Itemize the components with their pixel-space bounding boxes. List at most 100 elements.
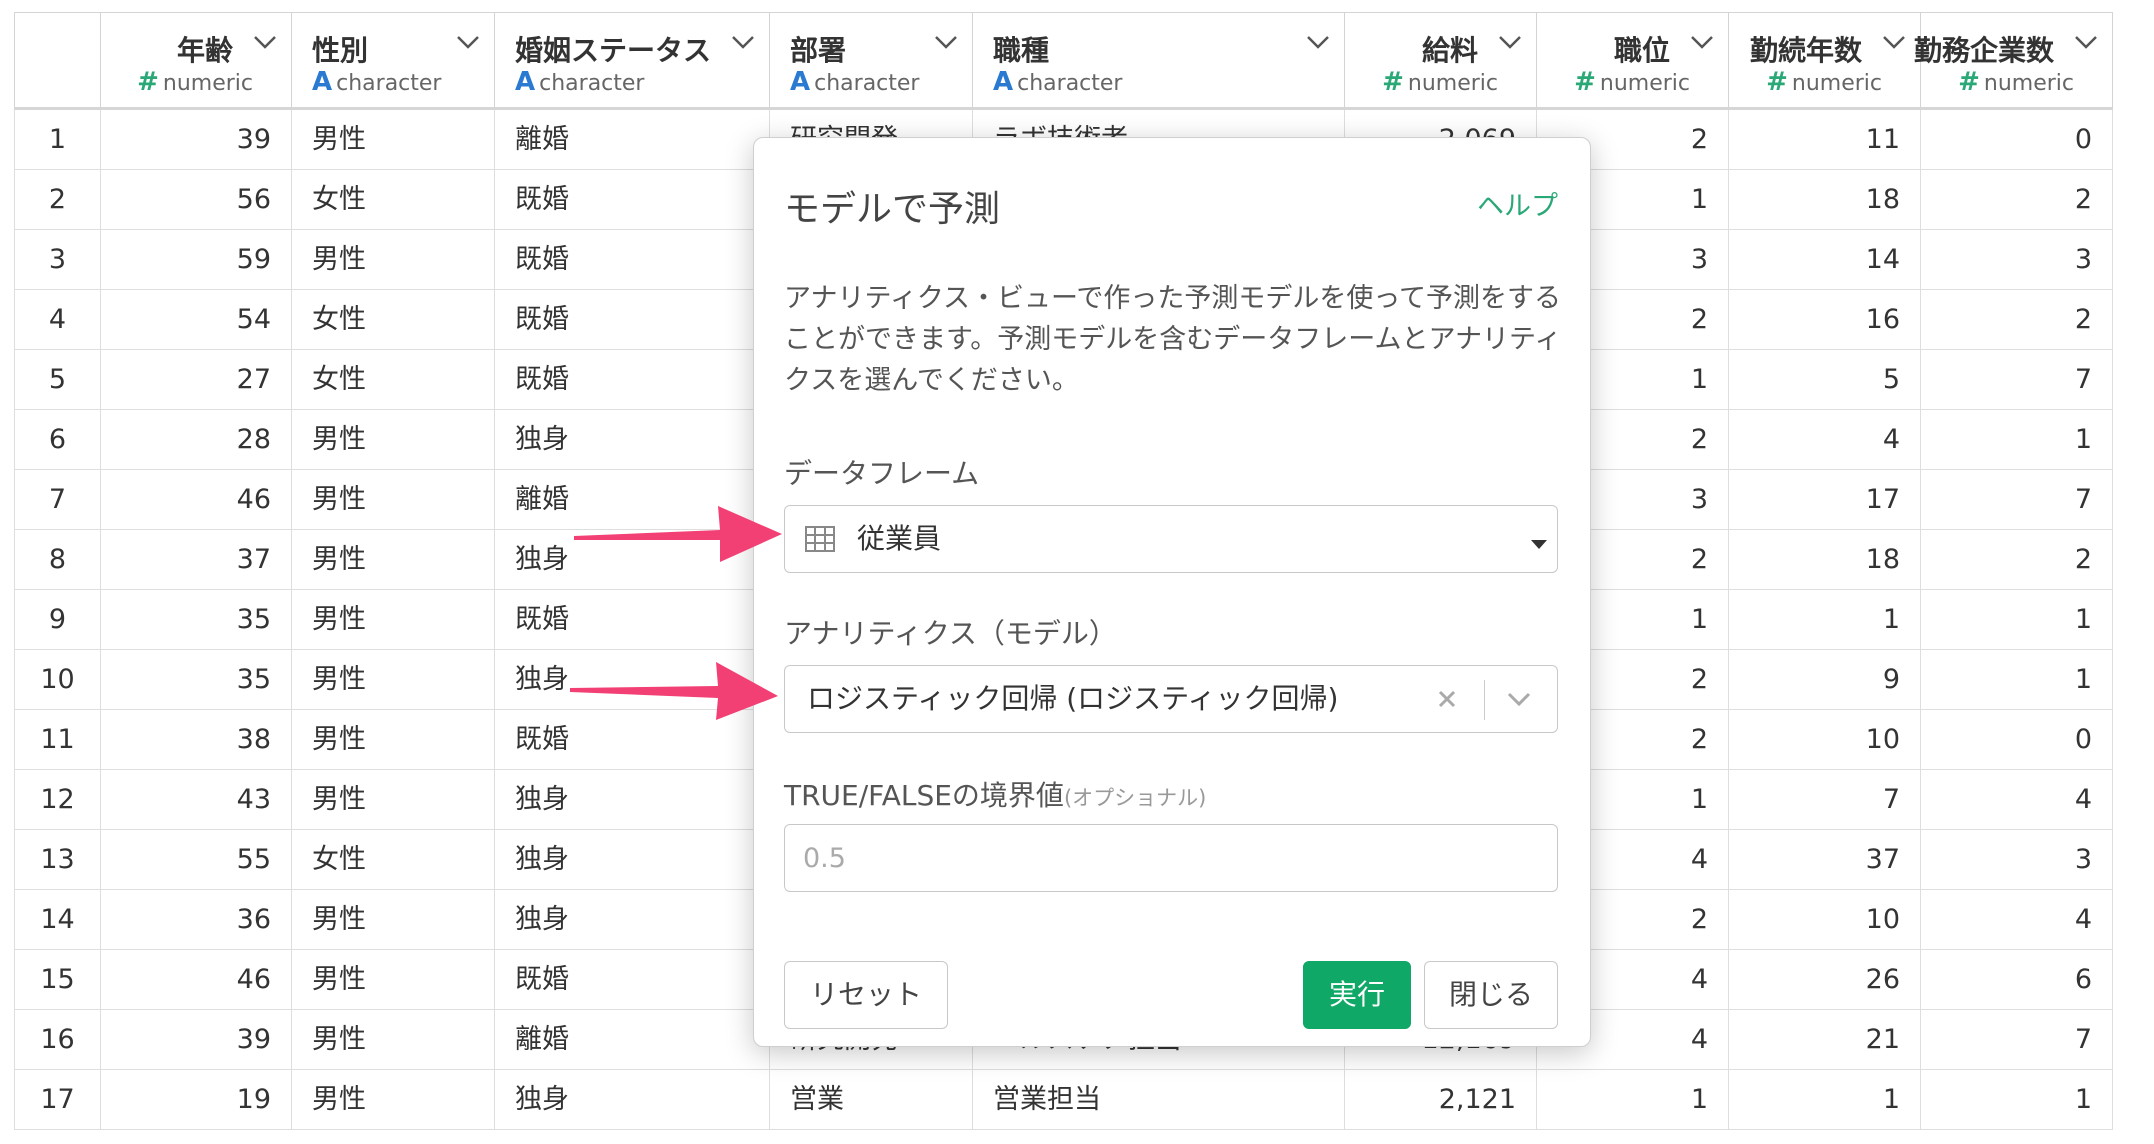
table-cell[interactable]: 男性	[292, 950, 495, 1010]
table-cell[interactable]: 男性	[292, 650, 495, 710]
column-header[interactable]: 職種 Acharacter	[973, 12, 1345, 110]
row-number-cell[interactable]: 2	[14, 170, 101, 230]
table-cell[interactable]: 46	[101, 470, 292, 530]
table-cell[interactable]: 55	[101, 830, 292, 890]
column-menu-chevron-icon[interactable]	[1498, 35, 1522, 51]
table-cell[interactable]: 39	[101, 110, 292, 170]
row-number-cell[interactable]: 4	[14, 290, 101, 350]
table-cell[interactable]: 5	[1729, 350, 1921, 410]
table-cell[interactable]: 10	[1729, 710, 1921, 770]
row-number-cell[interactable]: 8	[14, 530, 101, 590]
table-cell[interactable]: 43	[101, 770, 292, 830]
table-cell[interactable]: 14	[1729, 230, 1921, 290]
table-cell[interactable]: 1	[1729, 1070, 1921, 1130]
column-header[interactable]: 給料 # numeric	[1345, 12, 1537, 110]
table-cell[interactable]: 4	[1921, 890, 2113, 950]
table-cell[interactable]: 17	[1729, 470, 1921, 530]
table-cell[interactable]: 46	[101, 950, 292, 1010]
table-cell[interactable]: 男性	[292, 410, 495, 470]
column-header[interactable]: 勤続年数 # numeric	[1729, 12, 1921, 110]
table-cell[interactable]: 離婚	[495, 110, 770, 170]
table-cell[interactable]: 54	[101, 290, 292, 350]
threshold-input[interactable]	[784, 824, 1558, 892]
row-number-cell[interactable]: 6	[14, 410, 101, 470]
row-number-cell[interactable]: 1	[14, 110, 101, 170]
table-cell[interactable]: 男性	[292, 590, 495, 650]
table-cell[interactable]: 男性	[292, 110, 495, 170]
table-cell[interactable]: 26	[1729, 950, 1921, 1010]
row-number-cell[interactable]: 3	[14, 230, 101, 290]
table-cell[interactable]: 4	[1729, 410, 1921, 470]
table-cell[interactable]: 18	[1729, 170, 1921, 230]
row-number-cell[interactable]: 13	[14, 830, 101, 890]
table-row[interactable]: 17 19 男性 独身 営業 営業担当 2,121 1 1 1	[14, 1070, 2113, 1130]
column-menu-chevron-icon[interactable]	[1306, 35, 1330, 51]
table-cell[interactable]: 既婚	[495, 230, 770, 290]
close-button[interactable]: 閉じる	[1424, 961, 1558, 1029]
table-cell[interactable]: 7	[1921, 470, 2113, 530]
clear-icon[interactable]	[1437, 689, 1457, 713]
row-number-cell[interactable]: 5	[14, 350, 101, 410]
row-number-cell[interactable]: 14	[14, 890, 101, 950]
table-cell[interactable]: 独身	[495, 410, 770, 470]
table-cell[interactable]: 男性	[292, 890, 495, 950]
table-cell[interactable]: 35	[101, 590, 292, 650]
table-cell[interactable]: 3	[1921, 830, 2113, 890]
table-cell[interactable]: 男性	[292, 530, 495, 590]
table-cell[interactable]: 21	[1729, 1010, 1921, 1070]
table-cell[interactable]: 女性	[292, 350, 495, 410]
reset-button[interactable]: リセット	[784, 961, 948, 1029]
table-cell[interactable]: 19	[101, 1070, 292, 1130]
table-cell[interactable]: 7	[1921, 1010, 2113, 1070]
table-cell[interactable]: 56	[101, 170, 292, 230]
table-cell[interactable]: 2	[1921, 530, 2113, 590]
table-cell[interactable]: 10	[1729, 890, 1921, 950]
table-cell[interactable]: 男性	[292, 710, 495, 770]
table-cell[interactable]: 1	[1921, 1070, 2113, 1130]
table-cell[interactable]: 0	[1921, 710, 2113, 770]
row-number-cell[interactable]: 16	[14, 1010, 101, 1070]
run-button[interactable]: 実行	[1303, 961, 1411, 1029]
table-cell[interactable]: 既婚	[495, 590, 770, 650]
table-cell[interactable]: 1	[1921, 590, 2113, 650]
table-cell[interactable]: 男性	[292, 1010, 495, 1070]
column-header[interactable]: 勤務企業数 # numeric	[1914, 12, 2113, 110]
table-cell[interactable]: 女性	[292, 170, 495, 230]
table-cell[interactable]: 36	[101, 890, 292, 950]
table-cell[interactable]: 独身	[495, 1070, 770, 1130]
table-cell[interactable]: 2	[1921, 170, 2113, 230]
row-number-cell[interactable]: 15	[14, 950, 101, 1010]
table-cell[interactable]: 28	[101, 410, 292, 470]
table-cell[interactable]: 営業	[770, 1070, 973, 1130]
table-cell[interactable]: 0	[1921, 110, 2113, 170]
table-cell[interactable]: 11	[1729, 110, 1921, 170]
table-cell[interactable]: 1	[1921, 410, 2113, 470]
column-menu-chevron-icon[interactable]	[1690, 35, 1714, 51]
table-cell[interactable]: 2	[1921, 290, 2113, 350]
table-cell[interactable]: 39	[101, 1010, 292, 1070]
column-header[interactable]: 性別 Acharacter	[292, 12, 495, 110]
table-cell[interactable]: 既婚	[495, 290, 770, 350]
table-cell[interactable]: 独身	[495, 890, 770, 950]
table-cell[interactable]: 男性	[292, 470, 495, 530]
table-cell[interactable]: 4	[1921, 770, 2113, 830]
row-number-cell[interactable]: 10	[14, 650, 101, 710]
table-cell[interactable]: 男性	[292, 230, 495, 290]
column-menu-chevron-icon[interactable]	[1882, 35, 1906, 51]
row-number-cell[interactable]: 7	[14, 470, 101, 530]
column-menu-chevron-icon[interactable]	[934, 35, 958, 51]
table-cell[interactable]: 1	[1729, 590, 1921, 650]
table-cell[interactable]: 既婚	[495, 170, 770, 230]
column-menu-chevron-icon[interactable]	[253, 35, 277, 51]
table-cell[interactable]: 既婚	[495, 950, 770, 1010]
table-cell[interactable]: 37	[1729, 830, 1921, 890]
table-cell[interactable]: 35	[101, 650, 292, 710]
table-cell[interactable]: 男性	[292, 770, 495, 830]
table-cell[interactable]: 既婚	[495, 350, 770, 410]
row-number-cell[interactable]: 12	[14, 770, 101, 830]
column-header[interactable]: 年齢 # numeric	[101, 12, 292, 110]
table-cell[interactable]: 6	[1921, 950, 2113, 1010]
table-cell[interactable]: 独身	[495, 770, 770, 830]
table-cell[interactable]: 営業担当	[973, 1070, 1345, 1130]
table-cell[interactable]: 女性	[292, 830, 495, 890]
